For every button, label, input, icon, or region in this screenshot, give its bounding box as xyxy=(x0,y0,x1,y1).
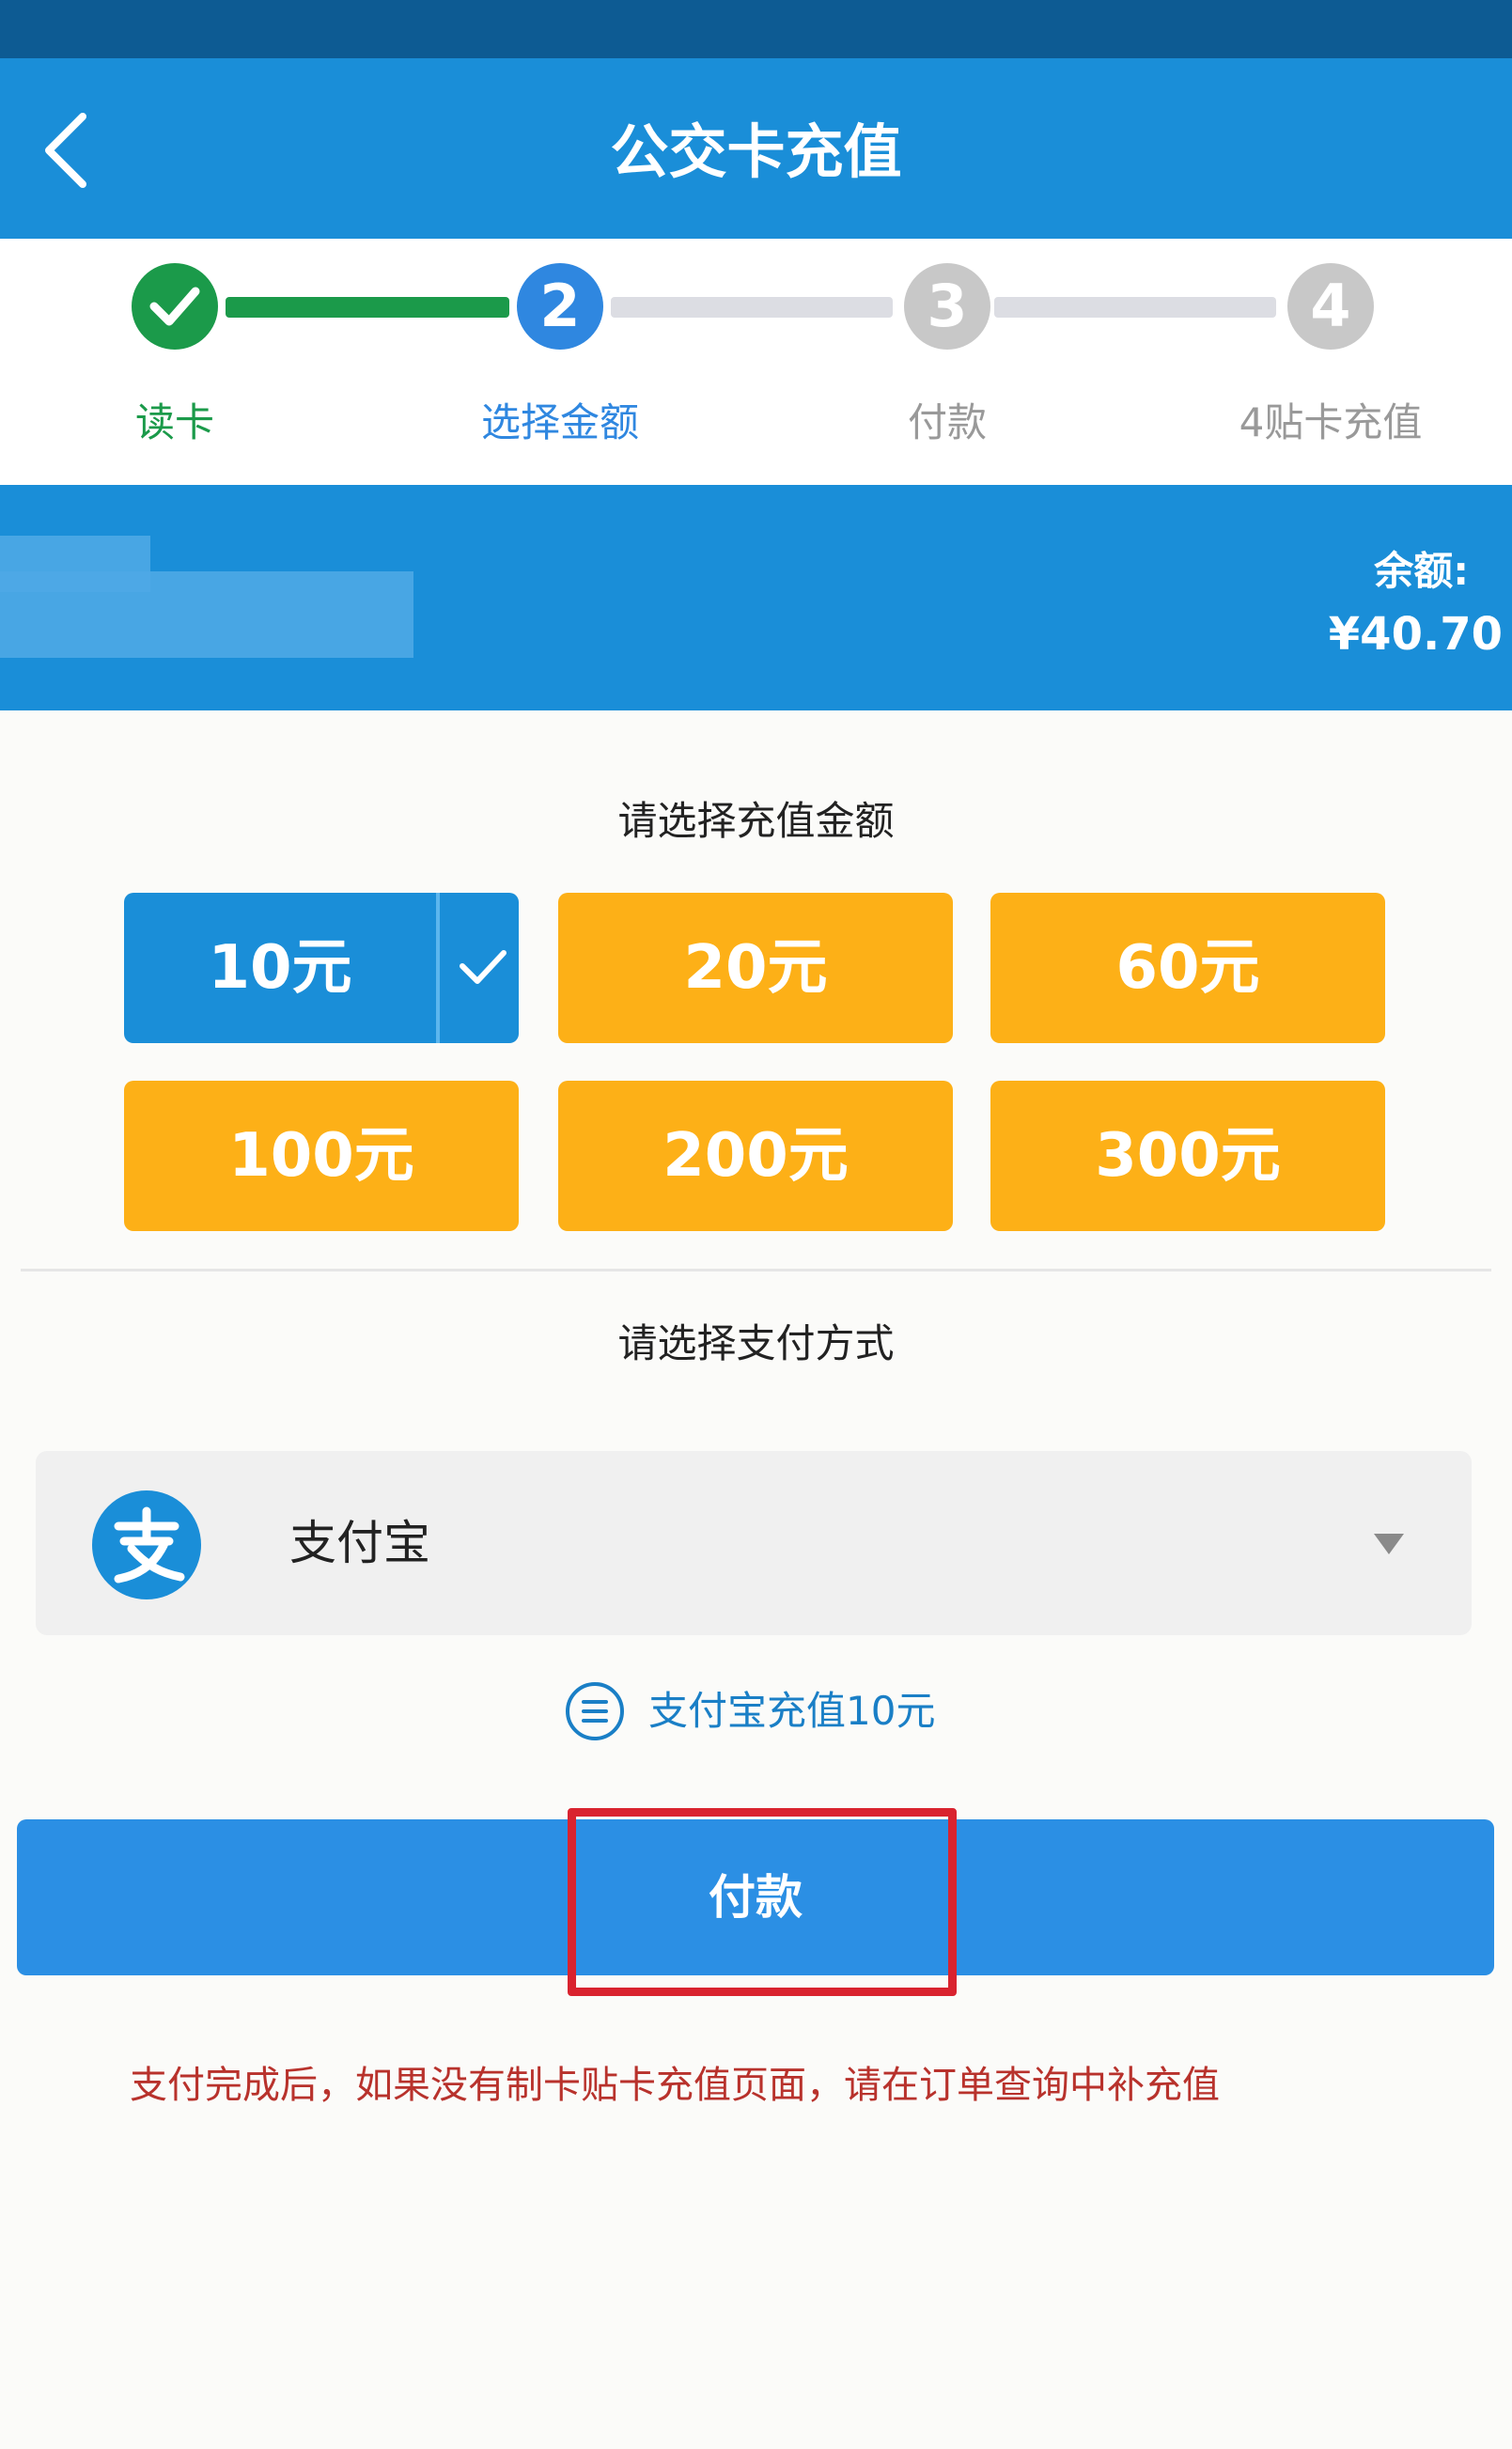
step-3-number: 3 xyxy=(904,263,990,350)
section-divider xyxy=(21,1269,1491,1271)
amount-option-20[interactable]: 20元 xyxy=(558,893,953,1043)
amount-option-100[interactable]: 100元 xyxy=(124,1081,519,1231)
page-title: 公交卡充值 xyxy=(610,117,902,186)
step-2-number: 2 xyxy=(517,263,603,350)
check-icon xyxy=(460,950,507,984)
alipay-icon xyxy=(92,1490,201,1599)
payment-summary-text: 支付宝充值10元 xyxy=(648,1688,936,1734)
step-4-label: 4贴卡充值 xyxy=(1239,399,1423,445)
card-name-redacted xyxy=(0,571,413,658)
selection-divider xyxy=(436,893,440,1043)
step-connector-2 xyxy=(611,297,893,318)
amount-label: 10元 xyxy=(208,933,352,1003)
step-4-number: 4 xyxy=(1287,263,1374,350)
step-connector-3 xyxy=(994,297,1276,318)
payment-method-name: 支付宝 xyxy=(289,1516,430,1570)
balance-value: ¥40.70 xyxy=(1328,608,1503,661)
amount-option-200[interactable]: 200元 xyxy=(558,1081,953,1231)
payment-method-select[interactable]: 支付宝 xyxy=(36,1451,1472,1635)
list-icon xyxy=(566,1682,624,1740)
amount-option-10[interactable]: 10元 xyxy=(124,893,519,1043)
footer-note: 支付完成后，如果没有制卡贴卡充值页面，请在订单查询中补充值 xyxy=(130,2064,1220,2107)
step-3-label: 付款 xyxy=(907,399,987,445)
step-1-label: 读卡 xyxy=(134,399,214,445)
pay-button[interactable]: 付款 xyxy=(17,1819,1494,1975)
payment-section-title: 请选择支付方式 xyxy=(617,1320,895,1366)
step-1-check-icon xyxy=(132,263,218,350)
amount-section-title: 请选择充值金额 xyxy=(617,798,895,844)
step-2-label: 选择金额 xyxy=(480,399,639,445)
step-connector-1 xyxy=(226,297,509,318)
balance-label: 余额: xyxy=(1374,548,1469,594)
amount-option-60[interactable]: 60元 xyxy=(990,893,1385,1043)
amount-option-300[interactable]: 300元 xyxy=(990,1081,1385,1231)
dropdown-arrow-icon xyxy=(1374,1534,1404,1554)
status-bar xyxy=(0,0,1512,58)
